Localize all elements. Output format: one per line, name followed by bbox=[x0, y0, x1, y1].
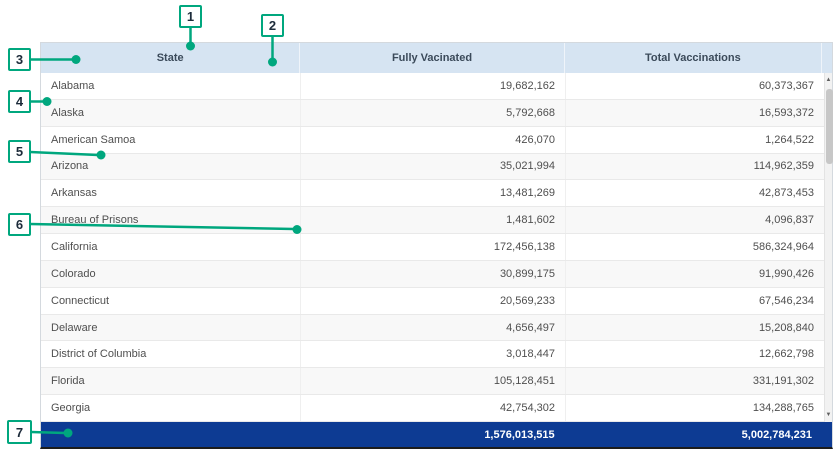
cell-total: 114,962,359 bbox=[566, 154, 824, 180]
total-cell-state bbox=[41, 422, 300, 447]
total-cell-fully-vaccinated: 1,576,013,515 bbox=[300, 422, 564, 447]
cell-fully: 13,481,269 bbox=[301, 180, 566, 206]
scroll-up-icon[interactable]: ▲ bbox=[825, 73, 832, 87]
table-row[interactable]: American Samoa426,0701,264,522 bbox=[41, 127, 824, 154]
annotation-box: 2 bbox=[261, 14, 284, 37]
annotation-box: 4 bbox=[8, 90, 31, 113]
annotation-box: 6 bbox=[8, 213, 31, 236]
cell-total: 134,288,765 bbox=[566, 395, 824, 421]
cell-total: 331,191,302 bbox=[566, 368, 824, 394]
annotation-box: 5 bbox=[8, 140, 31, 163]
cell-fully: 5,792,668 bbox=[301, 100, 566, 126]
annotation-box: 3 bbox=[8, 48, 31, 71]
cell-fully: 35,021,994 bbox=[301, 154, 566, 180]
cell-fully: 172,456,138 bbox=[301, 234, 566, 260]
table-row[interactable]: Florida105,128,451331,191,302 bbox=[41, 368, 824, 395]
table-row[interactable]: Colorado30,899,17591,990,426 bbox=[41, 261, 824, 288]
table-row[interactable]: Delaware4,656,49715,208,840 bbox=[41, 315, 824, 342]
cell-state: Arizona bbox=[41, 154, 301, 180]
cell-fully: 3,018,447 bbox=[301, 341, 566, 367]
header-scrollbar-spacer bbox=[822, 43, 832, 73]
cell-total: 586,324,964 bbox=[566, 234, 824, 260]
vaccination-table: State Fully Vacinated Total Vaccinations… bbox=[40, 42, 833, 449]
cell-total: 4,096,837 bbox=[566, 207, 824, 233]
annotation-box: 7 bbox=[7, 420, 32, 444]
screenshot-stage: State Fully Vacinated Total Vaccinations… bbox=[0, 0, 833, 453]
table-row[interactable]: Alaska5,792,66816,593,372 bbox=[41, 100, 824, 127]
table-row[interactable]: Arizona35,021,994114,962,359 bbox=[41, 154, 824, 181]
table-row[interactable]: California172,456,138586,324,964 bbox=[41, 234, 824, 261]
vertical-scrollbar[interactable]: ▲ ▼ bbox=[824, 73, 832, 422]
column-header-state[interactable]: State bbox=[41, 43, 300, 73]
total-cell-total-vaccinations: 5,002,784,231 bbox=[565, 422, 822, 447]
scroll-down-icon[interactable]: ▼ bbox=[825, 408, 832, 422]
cell-fully: 42,754,302 bbox=[301, 395, 566, 421]
cell-fully: 1,481,602 bbox=[301, 207, 566, 233]
cell-total: 67,546,234 bbox=[566, 288, 824, 314]
scrollbar-thumb[interactable] bbox=[826, 89, 833, 164]
table-row[interactable]: Georgia42,754,302134,288,765 bbox=[41, 395, 824, 422]
cell-total: 15,208,840 bbox=[566, 315, 824, 341]
cell-total: 60,373,367 bbox=[566, 73, 824, 99]
cell-state: Georgia bbox=[41, 395, 301, 421]
cell-state: American Samoa bbox=[41, 127, 301, 153]
cell-state: Alabama bbox=[41, 73, 301, 99]
cell-total: 1,264,522 bbox=[566, 127, 824, 153]
cell-fully: 426,070 bbox=[301, 127, 566, 153]
cell-state: District of Columbia bbox=[41, 341, 301, 367]
column-header-total-vaccinations[interactable]: Total Vaccinations bbox=[565, 43, 822, 73]
cell-total: 91,990,426 bbox=[566, 261, 824, 287]
table-body-rows: Alabama19,682,16260,373,367Alaska5,792,6… bbox=[41, 73, 824, 422]
table-header-row: State Fully Vacinated Total Vaccinations bbox=[41, 43, 832, 73]
cell-state: Bureau of Prisons bbox=[41, 207, 301, 233]
table-row[interactable]: Bureau of Prisons1,481,6024,096,837 bbox=[41, 207, 824, 234]
total-scrollbar-spacer bbox=[822, 422, 832, 447]
table-row[interactable]: District of Columbia3,018,44712,662,798 bbox=[41, 341, 824, 368]
cell-state: California bbox=[41, 234, 301, 260]
table-row[interactable]: Alabama19,682,16260,373,367 bbox=[41, 73, 824, 100]
table-row[interactable]: Connecticut20,569,23367,546,234 bbox=[41, 288, 824, 315]
table-total-row: 1,576,013,515 5,002,784,231 bbox=[41, 422, 832, 447]
cell-state: Florida bbox=[41, 368, 301, 394]
annotation-box: 1 bbox=[179, 5, 202, 28]
cell-state: Arkansas bbox=[41, 180, 301, 206]
cell-fully: 4,656,497 bbox=[301, 315, 566, 341]
cell-total: 12,662,798 bbox=[566, 341, 824, 367]
cell-state: Colorado bbox=[41, 261, 301, 287]
cell-state: Alaska bbox=[41, 100, 301, 126]
cell-total: 42,873,453 bbox=[566, 180, 824, 206]
cell-fully: 19,682,162 bbox=[301, 73, 566, 99]
table-body: Alabama19,682,16260,373,367Alaska5,792,6… bbox=[41, 73, 832, 422]
cell-fully: 30,899,175 bbox=[301, 261, 566, 287]
table-row[interactable]: Arkansas13,481,26942,873,453 bbox=[41, 180, 824, 207]
cell-state: Delaware bbox=[41, 315, 301, 341]
cell-fully: 105,128,451 bbox=[301, 368, 566, 394]
cell-total: 16,593,372 bbox=[566, 100, 824, 126]
cell-state: Connecticut bbox=[41, 288, 301, 314]
column-header-fully-vaccinated[interactable]: Fully Vacinated bbox=[300, 43, 564, 73]
cell-fully: 20,569,233 bbox=[301, 288, 566, 314]
